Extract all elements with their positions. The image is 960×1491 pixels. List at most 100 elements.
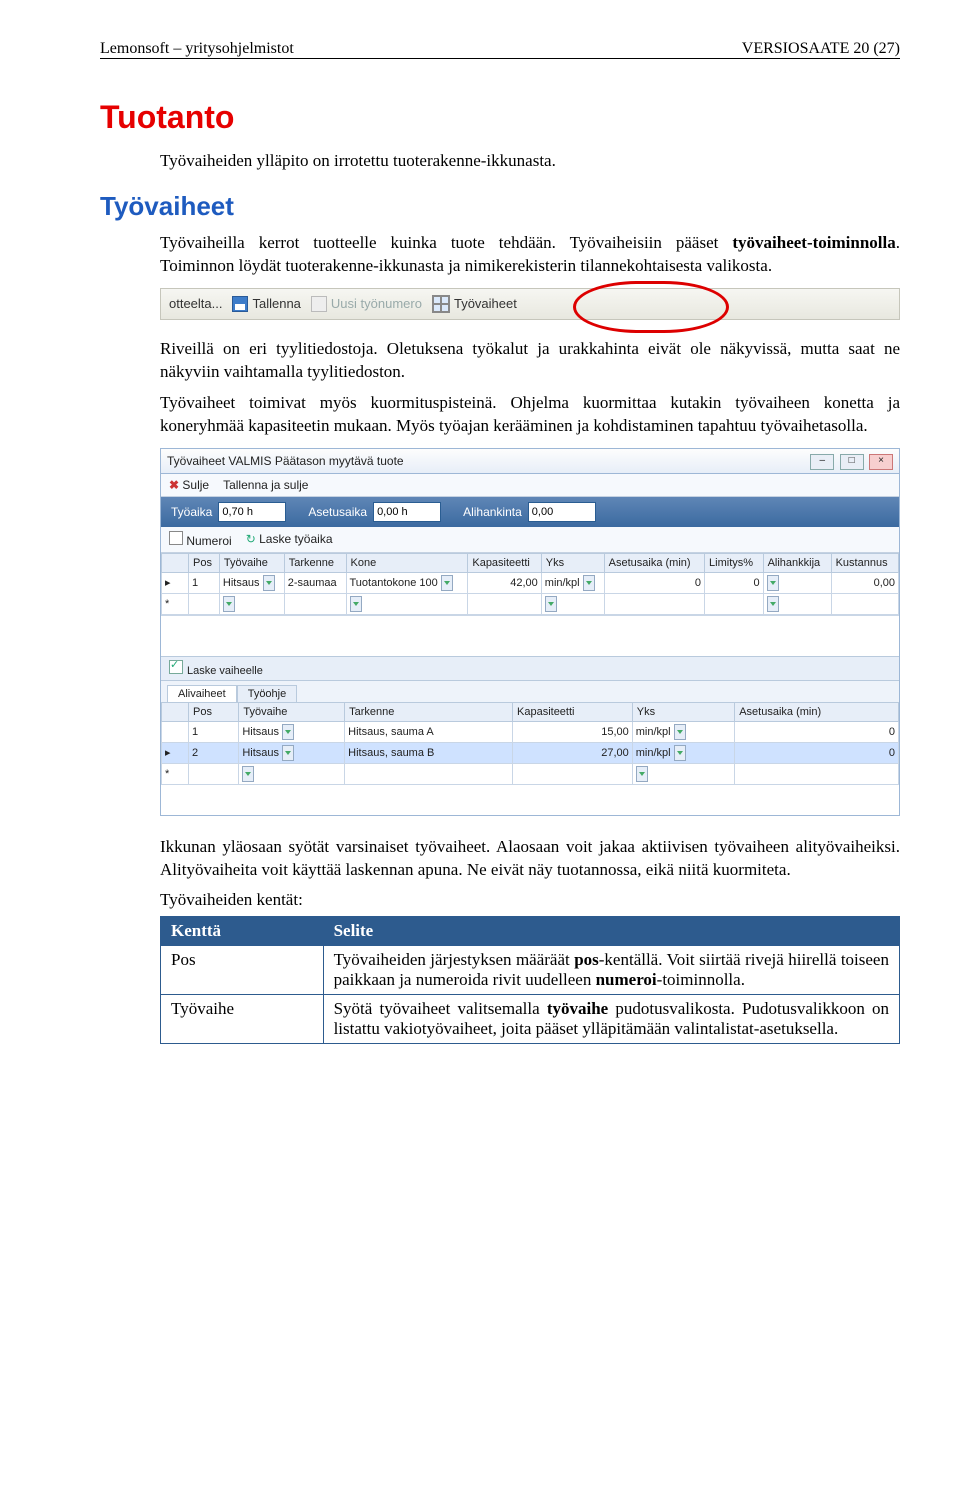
col-pos[interactable]: Pos	[189, 553, 220, 572]
col-kustannus[interactable]: Kustannus	[831, 553, 898, 572]
tyoaika-input[interactable]	[218, 502, 286, 522]
cell-yks[interactable]: min/kpl	[545, 576, 580, 588]
col-kone[interactable]: Kone	[346, 553, 468, 572]
sulje-button[interactable]: ✖ Sulje	[169, 478, 209, 492]
tallenna-label: Tallenna	[252, 296, 300, 311]
chevron-down-icon[interactable]	[242, 766, 254, 782]
col-asetusaika[interactable]: Asetusaika (min)	[735, 702, 899, 721]
cell-tyovaihe[interactable]: Hitsaus	[242, 725, 279, 737]
chevron-down-icon[interactable]	[767, 575, 779, 591]
cell-kone[interactable]: Tuotantokone 100	[350, 576, 438, 588]
toolbar-actions: ✖ Sulje Tallenna ja sulje	[161, 474, 899, 497]
cell-kap[interactable]: 15,00	[513, 721, 633, 742]
cell-yks[interactable]: min/kpl	[636, 725, 671, 737]
cell-tyovaihe[interactable]: Hitsaus	[242, 746, 279, 758]
text-bold: numeroi	[596, 970, 657, 989]
chevron-down-icon[interactable]	[441, 575, 453, 591]
uusi-tyonumero-button[interactable]: Uusi työnumero	[311, 296, 422, 312]
col-tarkenne[interactable]: Tarkenne	[345, 702, 513, 721]
tyovaiheet-button[interactable]: Työvaiheet	[432, 295, 517, 313]
chevron-down-icon[interactable]	[282, 745, 294, 761]
col-kapasiteetti[interactable]: Kapasiteetti	[513, 702, 633, 721]
intro-paragraph: Työvaiheiden ylläpito on irrotettu tuote…	[160, 150, 900, 173]
col-kapasiteetti[interactable]: Kapasiteetti	[468, 553, 541, 572]
tallenna-sulje-button[interactable]: Tallenna ja sulje	[223, 478, 308, 492]
min-button[interactable]: –	[810, 454, 834, 470]
text: -toiminnolla.	[657, 970, 745, 989]
cell-kap[interactable]: 27,00	[513, 742, 633, 763]
toolbar-numeroi: Numeroi ↻ Laske työaika	[161, 527, 899, 553]
numeroi-label: Numeroi	[186, 534, 231, 548]
chevron-down-icon[interactable]	[674, 724, 686, 740]
col-limitys[interactable]: Limitys%	[705, 553, 764, 572]
cell-asetus[interactable]: 0	[735, 742, 899, 763]
heading-tuotanto: Tuotanto	[100, 99, 900, 136]
fields-row-pos: Pos Työvaiheiden järjestyksen määräät po…	[161, 946, 900, 995]
asetusaika-input[interactable]	[373, 502, 441, 522]
laske-button[interactable]: ↻ Laske työaika	[246, 532, 333, 546]
cell-kust[interactable]: 0,00	[831, 572, 898, 593]
table-header-row: Pos Työvaihe Tarkenne Kone Kapasiteetti …	[162, 553, 899, 572]
col-asetusaika[interactable]: Asetusaika (min)	[604, 553, 704, 572]
sub-phases-table: Pos Työvaihe Tarkenne Kapasiteetti Yks A…	[161, 702, 899, 785]
lower-tabstrip: Alivaiheet Työohje	[161, 681, 899, 702]
numeroi-button[interactable]: Numeroi	[169, 531, 232, 548]
col-tyovaihe[interactable]: Työvaihe	[239, 702, 345, 721]
uusi-label: Uusi työnumero	[331, 296, 422, 311]
table-row[interactable]: 1 Hitsaus Hitsaus, sauma A 15,00 min/kpl…	[162, 721, 899, 742]
chevron-down-icon[interactable]	[545, 596, 557, 612]
cell-limitys[interactable]: 0	[705, 572, 764, 593]
col-yks[interactable]: Yks	[541, 553, 604, 572]
sulje-label: Sulje	[182, 478, 209, 492]
checkbox-icon[interactable]	[169, 660, 183, 674]
col-tyovaihe[interactable]: Työvaihe	[219, 553, 284, 572]
max-button[interactable]: □	[840, 454, 864, 470]
paragraph-3: Työvaiheet toimivat myös kuormituspistei…	[160, 392, 900, 438]
cell-asetus[interactable]: 0	[735, 721, 899, 742]
close-icon: ✖	[169, 478, 179, 492]
text-bold: työvaihe	[547, 999, 608, 1018]
table-row-empty[interactable]: *	[162, 763, 899, 784]
cell-tarkenne[interactable]: Hitsaus, sauma B	[345, 742, 513, 763]
tyovaiheet-window: Työvaiheet VALMIS Päätason myytävä tuote…	[160, 448, 900, 816]
col-pos[interactable]: Pos	[189, 702, 239, 721]
cell-tarkenne[interactable]: Hitsaus, sauma A	[345, 721, 513, 742]
laske-vaiheelle-label[interactable]: Laske vaiheelle	[187, 665, 263, 677]
paragraph-2: Riveillä on eri tyylitiedostoja. Oletuks…	[160, 338, 900, 384]
cell-kap[interactable]: 42,00	[468, 572, 541, 593]
fields-header-row: Kenttä Selite	[161, 917, 900, 946]
chevron-down-icon[interactable]	[767, 596, 779, 612]
tab-tyoohje[interactable]: Työohje	[237, 685, 298, 702]
chevron-down-icon[interactable]	[282, 724, 294, 740]
alihankinta-input[interactable]	[528, 502, 596, 522]
tallenna-button[interactable]: Tallenna	[232, 296, 300, 312]
cell-asetus[interactable]: 0	[604, 572, 704, 593]
col-yks[interactable]: Yks	[632, 702, 734, 721]
fields-cell-selite: Työvaiheiden järjestyksen määräät pos-ke…	[323, 946, 899, 995]
table-row[interactable]: ▸ 1 Hitsaus 2-saumaa Tuotantokone 100 42…	[162, 572, 899, 593]
cell-pos[interactable]: 1	[189, 572, 220, 593]
close-button[interactable]: ×	[869, 454, 893, 470]
table-row[interactable]: ▸ 2 Hitsaus Hitsaus, sauma B 27,00 min/k…	[162, 742, 899, 763]
cell-pos[interactable]: 2	[189, 742, 239, 763]
chevron-down-icon[interactable]	[350, 596, 362, 612]
cell-tyovaihe[interactable]: Hitsaus	[223, 576, 260, 588]
chevron-down-icon[interactable]	[583, 575, 595, 591]
laske-vaiheelle-bar: Laske vaiheelle	[161, 656, 899, 681]
cell-yks[interactable]: min/kpl	[636, 746, 671, 758]
chevron-down-icon[interactable]	[674, 745, 686, 761]
tab-alivaiheet[interactable]: Alivaiheet	[167, 685, 237, 702]
chevron-down-icon[interactable]	[223, 596, 235, 612]
chevron-down-icon[interactable]	[636, 766, 648, 782]
window-buttons: – □ ×	[808, 452, 893, 470]
page-header: Lemonsoft – yritysohjelmistot VERSIOSAAT…	[100, 40, 900, 59]
cell-pos[interactable]: 1	[189, 721, 239, 742]
chevron-down-icon[interactable]	[263, 575, 275, 591]
table-row-empty[interactable]: *	[162, 593, 899, 614]
renumber-icon	[169, 531, 183, 545]
cell-tarkenne[interactable]: 2-saumaa	[284, 572, 346, 593]
col-tarkenne[interactable]: Tarkenne	[284, 553, 346, 572]
paragraph-4: Ikkunan yläosaan syötät varsinaiset työv…	[160, 836, 900, 882]
col-alihankkija[interactable]: Alihankkija	[763, 553, 831, 572]
grid-icon	[432, 295, 450, 313]
